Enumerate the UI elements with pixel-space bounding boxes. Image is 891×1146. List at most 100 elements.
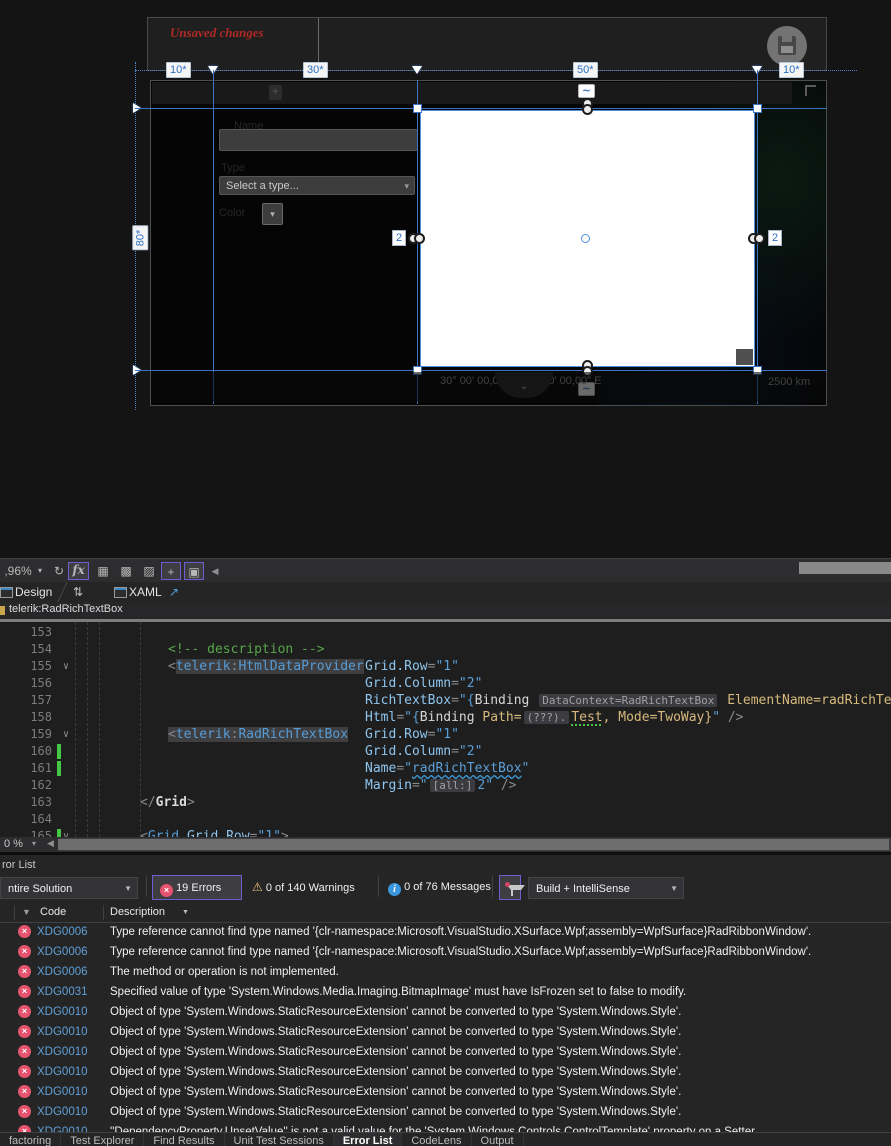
row-size-label[interactable]: 80* bbox=[132, 225, 149, 251]
error-row[interactable]: × XDG0010 Object of type 'System.Windows.S… bbox=[0, 1102, 891, 1122]
error-description: Type reference cannot find type named '{… bbox=[110, 926, 812, 938]
canvas-toolbar: + bbox=[152, 82, 792, 104]
error-row[interactable]: × XDG0006 The method or operation is not i… bbox=[0, 962, 891, 982]
code-line-153[interactable]: 153 bbox=[0, 624, 891, 641]
snap-to-baseline-toggle-button[interactable]: ▣ bbox=[184, 562, 204, 580]
error-row[interactable]: × XDG0010 Object of type 'System.Windows.S… bbox=[0, 1002, 891, 1022]
column-code[interactable]: Code bbox=[40, 903, 66, 922]
code-token: "{ bbox=[404, 710, 420, 725]
bottom-tab-factoring[interactable]: factoring bbox=[0, 1133, 62, 1146]
error-row[interactable]: × XDG0010 Object of type 'System.Windows.S… bbox=[0, 1042, 891, 1062]
scroll-left-icon[interactable]: ◀ bbox=[47, 838, 54, 849]
errors-count-label: 19 Errors bbox=[176, 882, 222, 894]
map-nav-control[interactable]: ⌄ bbox=[495, 372, 553, 398]
bottom-tab-find-results[interactable]: Find Results bbox=[144, 1133, 225, 1146]
snaplines-toggle-button[interactable]: + bbox=[161, 562, 181, 580]
selection-handle[interactable] bbox=[413, 104, 422, 113]
bottom-tab-test-explorer[interactable]: Test Explorer bbox=[61, 1133, 145, 1146]
margin-badge-right[interactable]: 2 bbox=[768, 230, 782, 246]
swap-panes-icon[interactable]: ⇅ bbox=[73, 582, 83, 602]
tab-xaml[interactable]: XAML bbox=[129, 582, 162, 602]
change-tracking-bar bbox=[57, 744, 61, 759]
collapse-left-icon[interactable]: ◀ bbox=[209, 562, 221, 580]
fold-collapse-icon[interactable]: ∨ bbox=[63, 828, 69, 837]
code-line-162[interactable]: 162 Margin=" [all:] 2" /> bbox=[0, 777, 891, 794]
breadcrumb-element[interactable]: telerik:RadRichTextBox bbox=[9, 603, 123, 615]
popout-icon[interactable]: ↗ bbox=[169, 582, 179, 602]
margin-anchor-icon-right[interactable] bbox=[748, 233, 765, 244]
code-line-154[interactable]: 154 <!-- description --> bbox=[0, 641, 891, 658]
error-icon: × bbox=[18, 1065, 31, 1078]
color-dropdown-button[interactable]: ▾ bbox=[262, 203, 283, 225]
code-line-159[interactable]: 159 ∨ <telerik:RadRichTextBox Grid.Row="1" bbox=[0, 726, 891, 743]
error-row[interactable]: × XDG0010 Object of type 'System.Windows.S… bbox=[0, 1022, 891, 1042]
code-token: RichTextBox bbox=[365, 693, 452, 708]
bottom-tab-codelens[interactable]: CodeLens bbox=[402, 1133, 472, 1146]
code-line-155[interactable]: 155 ∨ <telerik:HtmlDataProvider Grid.Row="1… bbox=[0, 658, 891, 675]
filter-button[interactable] bbox=[499, 875, 525, 900]
column-divider-marker[interactable] bbox=[412, 66, 422, 74]
zoom-caret-icon[interactable]: ▾ bbox=[34, 562, 46, 580]
code-token: "2" bbox=[458, 676, 483, 691]
code-line-160[interactable]: 160 Grid.Column="2" bbox=[0, 743, 891, 760]
column-size-label[interactable]: 10* bbox=[779, 62, 804, 78]
code-line-165[interactable]: 165 ∨ <Grid Grid.Row="1"> bbox=[0, 828, 891, 837]
code-line-163[interactable]: 163 </Grid> bbox=[0, 794, 891, 811]
column-size-label[interactable]: 10* bbox=[166, 62, 191, 78]
scope-dropdown[interactable]: ntire Solution ▼ bbox=[0, 877, 138, 899]
margin-badge-left[interactable]: 2 bbox=[392, 230, 406, 246]
error-row[interactable]: × XDG0006 Type reference cannot find type … bbox=[0, 922, 891, 942]
error-row[interactable]: × XDG0010 ''DependencyProperty.UnsetValue'… bbox=[0, 1122, 891, 1132]
column-size-label[interactable]: 50* bbox=[573, 62, 598, 78]
margin-anchor-icon-left[interactable] bbox=[408, 233, 425, 244]
line-number: 161 bbox=[30, 761, 52, 775]
selection-handle[interactable] bbox=[753, 104, 762, 113]
resize-grip[interactable] bbox=[736, 349, 753, 365]
bottom-tab-error-list[interactable]: Error List bbox=[333, 1133, 403, 1146]
zoom-caret-icon[interactable]: ▾ bbox=[32, 839, 36, 848]
bottom-tab-unit-test-sessions[interactable]: Unit Test Sessions bbox=[225, 1133, 334, 1146]
transparency-icon[interactable]: ▨ bbox=[141, 562, 157, 580]
code-segment: <telerik:HtmlDataProvider bbox=[168, 658, 364, 675]
code-line-158[interactable]: 158 Html="{Binding Path= (???). Test, Mode=… bbox=[0, 709, 891, 726]
column-description[interactable]: Description bbox=[110, 903, 165, 922]
code-line-164[interactable]: 164 bbox=[0, 811, 891, 828]
xaml-code-editor[interactable]: 153 154 <!-- description --> 155 ∨ <telerik:H… bbox=[0, 622, 891, 837]
designer-zoom-value[interactable]: ,96% bbox=[2, 562, 34, 580]
snap-grid-icon[interactable]: ▩ bbox=[118, 562, 134, 580]
editor-scrollbar-track[interactable] bbox=[58, 838, 891, 851]
code-line-156[interactable]: 156 Grid.Column="2" bbox=[0, 675, 891, 692]
column-size-label[interactable]: 30* bbox=[303, 62, 328, 78]
effects-toggle-button[interactable]: fx bbox=[68, 562, 89, 580]
add-file-icon[interactable]: + bbox=[269, 85, 282, 100]
error-row[interactable]: × XDG0010 Object of type 'System.Windows.S… bbox=[0, 1082, 891, 1102]
auto-size-badge-top[interactable]: ~ bbox=[578, 84, 595, 98]
save-overlay-icon[interactable] bbox=[767, 26, 807, 66]
show-grid-icon[interactable]: ▦ bbox=[95, 562, 111, 580]
messages-filter-button[interactable]: i 0 of 76 Messages bbox=[388, 875, 491, 900]
error-row[interactable]: × XDG0031 Specified value of type 'System.… bbox=[0, 982, 891, 1002]
designer-horizontal-scrollbar[interactable] bbox=[799, 562, 891, 574]
error-row[interactable]: × XDG0010 Object of type 'System.Windows.S… bbox=[0, 1062, 891, 1082]
error-row[interactable]: × XDG0006 Type reference cannot find type … bbox=[0, 942, 891, 962]
type-combobox[interactable]: Select a type... ▾ bbox=[219, 176, 415, 195]
fold-collapse-icon[interactable]: ∨ bbox=[63, 726, 69, 743]
code-line-161[interactable]: 161 Name="radRichTextBox" bbox=[0, 760, 891, 777]
fold-collapse-icon[interactable]: ∨ bbox=[63, 658, 69, 675]
margin-anchor-icon-top[interactable] bbox=[582, 98, 593, 115]
error-description: Object of type 'System.Windows.StaticRes… bbox=[110, 1006, 682, 1018]
tab-splitter bbox=[57, 582, 68, 602]
warnings-filter-button[interactable]: ⚠ 0 of 140 Warnings bbox=[252, 875, 355, 900]
tab-design[interactable]: Design bbox=[15, 582, 52, 602]
source-dropdown[interactable]: Build + IntelliSense ▼ bbox=[528, 877, 684, 899]
column-separator bbox=[14, 905, 15, 920]
refresh-icon[interactable]: ↻ bbox=[52, 562, 66, 580]
editor-zoom-value[interactable]: 0 % bbox=[4, 838, 23, 850]
code-line-157[interactable]: 157 RichTextBox="{Binding DataContext=Rad… bbox=[0, 692, 891, 709]
editor-scrollbar-thumb[interactable] bbox=[58, 839, 889, 850]
name-textbox[interactable] bbox=[219, 129, 418, 151]
type-label: Type bbox=[221, 162, 245, 174]
bottom-tab-output[interactable]: Output bbox=[472, 1133, 524, 1146]
errors-filter-button[interactable]: × 19 Errors bbox=[152, 875, 242, 900]
severity-column-icon[interactable]: ▼ bbox=[22, 903, 31, 922]
